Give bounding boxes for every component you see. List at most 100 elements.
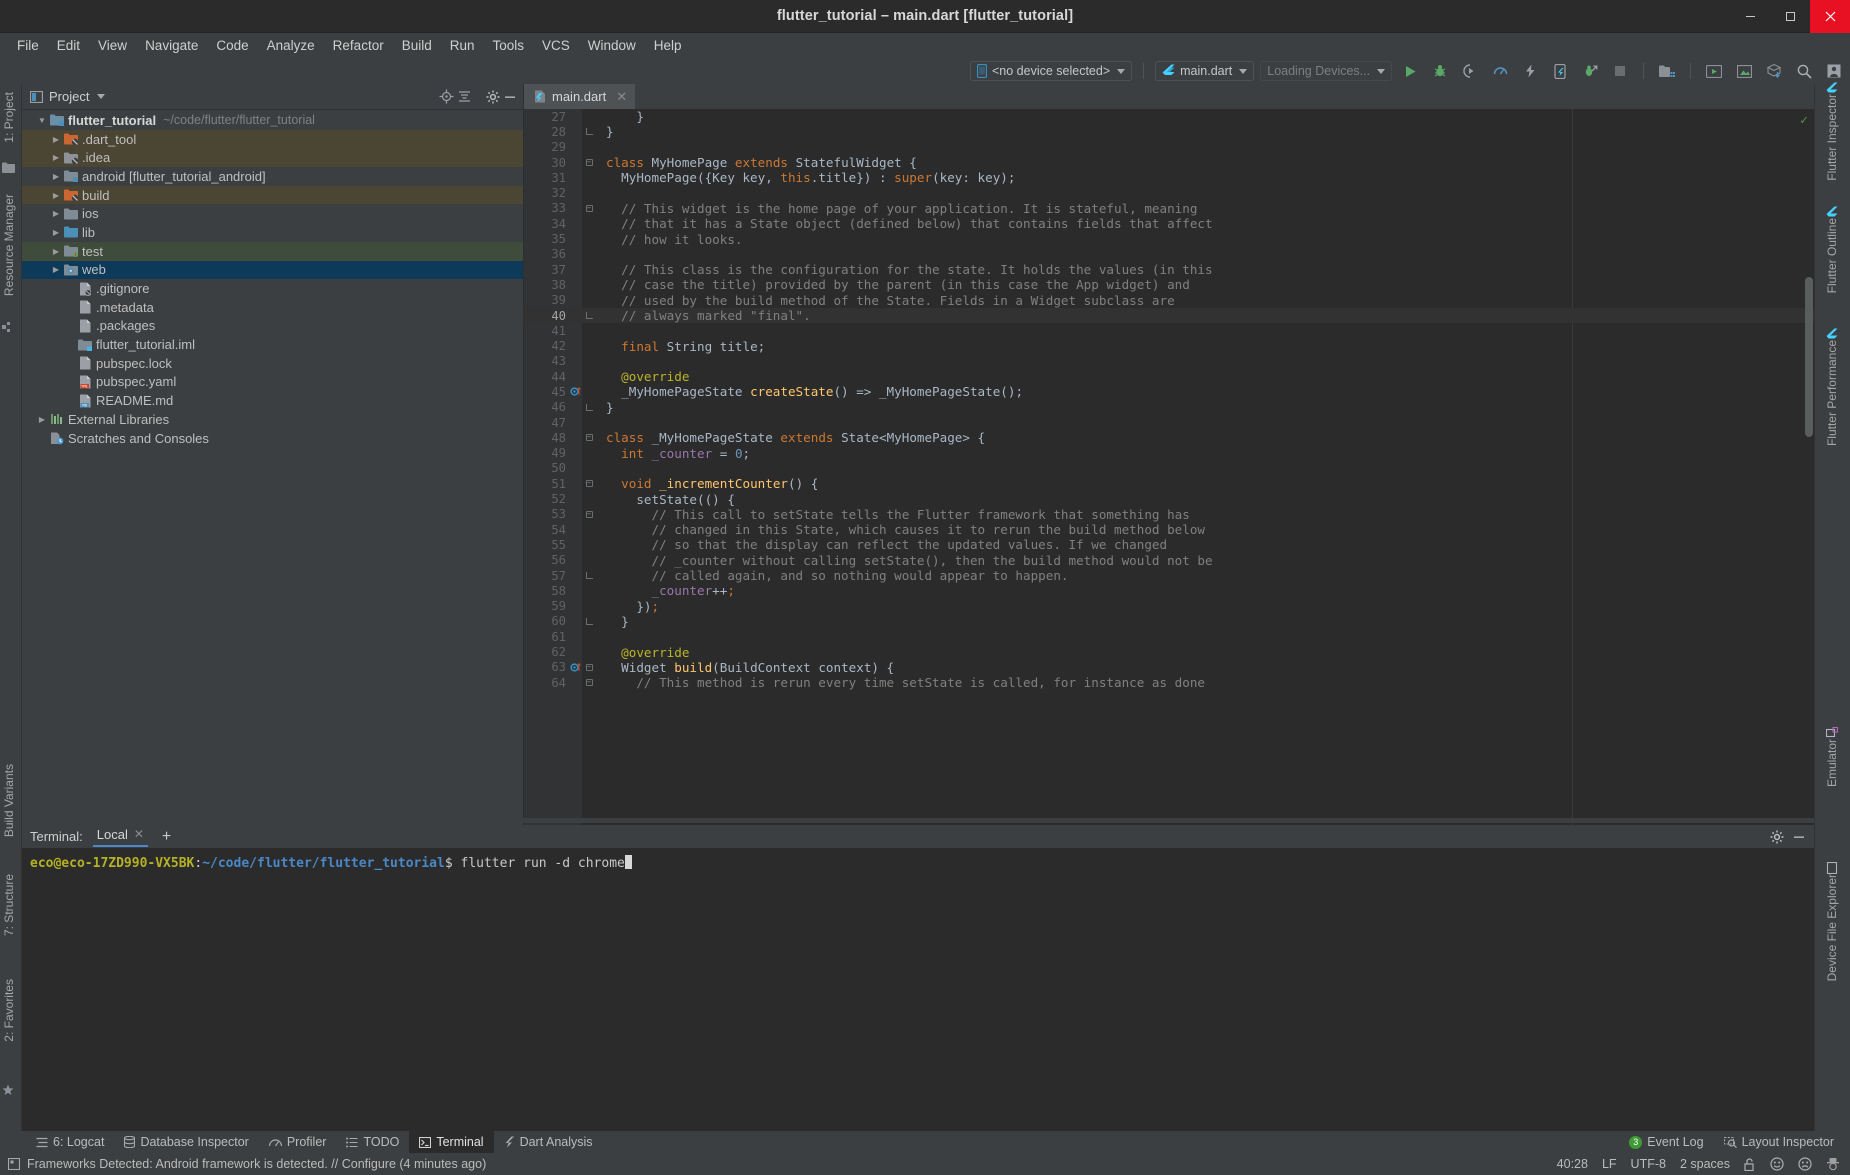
code-lines[interactable]: 27 } 28} 29 30− class MyHomePage extends Sta… — [524, 109, 1814, 825]
run-configuration-selector[interactable]: main.dart — [1155, 61, 1255, 81]
toolwindow-terminal[interactable]: Terminal — [409, 1131, 494, 1153]
hide-icon[interactable] — [1792, 830, 1806, 844]
fold-marker[interactable]: − — [582, 480, 596, 488]
close-icon[interactable]: ✕ — [616, 89, 627, 105]
open-devtools-button[interactable] — [1548, 59, 1572, 83]
code-line[interactable]: 53 − // This call to setState tells the F… — [524, 507, 1814, 522]
gradle-sync-button[interactable] — [1762, 59, 1786, 83]
stripe-item-flutter-outline[interactable]: Flutter Outline — [1825, 218, 1839, 293]
toolwindow-todo[interactable]: TODO — [336, 1131, 409, 1153]
code-line[interactable]: 41 — [524, 323, 1814, 338]
code-line[interactable]: 45 _MyHomePageState createState() => _My… — [524, 384, 1814, 399]
code-line[interactable]: 38 // case the title) provided by the pa… — [524, 277, 1814, 292]
code-line[interactable]: 42 final String title; — [524, 338, 1814, 354]
new-terminal-button[interactable]: + — [162, 828, 171, 846]
code-viewport[interactable]: 27 } 28} 29 30− class MyHomePage extends Sta… — [524, 109, 1814, 825]
stripe-item-device-file-explorer[interactable]: Device File Explorer — [1825, 874, 1839, 981]
code-line[interactable]: 31 MyHomePage({Key key, this.title}) : s… — [524, 170, 1814, 185]
code-line[interactable]: 32 — [524, 185, 1814, 200]
happy-face-icon[interactable] — [1770, 1157, 1784, 1171]
status-message[interactable]: Frameworks Detected: Android framework i… — [27, 1157, 486, 1171]
tree-item-ios[interactable]: ▶ ios — [22, 204, 523, 223]
tree-item-idea[interactable]: ▶ .idea — [22, 148, 523, 168]
tree-item-web[interactable]: ▶ web — [22, 260, 523, 280]
tree-expand-arrow-closed[interactable]: ▶ — [50, 135, 62, 144]
maximize-button[interactable] — [1770, 0, 1810, 33]
collapse-all-icon[interactable] — [457, 89, 472, 104]
debug-profile-button[interactable] — [1458, 59, 1482, 83]
code-line[interactable]: 40 // always marked "final". — [524, 307, 1814, 324]
search-everywhere-button[interactable] — [1792, 59, 1816, 83]
tab-main-dart[interactable]: main.dart ✕ — [524, 84, 636, 109]
user-account-button[interactable] — [1822, 59, 1846, 83]
code-line[interactable]: 63 − Widget build(BuildContext context) { — [524, 660, 1814, 675]
fold-marker[interactable] — [582, 617, 596, 625]
menu-help[interactable]: Help — [645, 35, 691, 57]
fold-marker[interactable] — [582, 312, 596, 319]
code-line[interactable]: 62 @override — [524, 644, 1814, 660]
tree-item-dart-tool[interactable]: ▶ .dart_tool — [22, 129, 523, 149]
tree-expand-arrow-closed[interactable]: ▶ — [50, 265, 62, 274]
toolwindow-profiler[interactable]: Profiler — [259, 1131, 337, 1153]
code-line[interactable]: 50 — [524, 461, 1814, 476]
tree-item-external-libraries[interactable]: ▶ External Libraries — [22, 410, 523, 429]
profiler-button[interactable] — [1488, 59, 1512, 83]
tree-item-gitignore[interactable]: .gitignore — [22, 279, 523, 298]
code-line[interactable]: 52 setState(() { — [524, 491, 1814, 507]
tree-item-flutter-tutorial[interactable]: ▼ flutter_tutorial ~/code/flutter/flutter_… — [22, 111, 523, 130]
code-line[interactable]: 49 int _counter = 0; — [524, 446, 1814, 461]
code-line[interactable]: 44 @override — [524, 369, 1814, 384]
code-line[interactable]: 36 — [524, 247, 1814, 262]
stripe-item-flutter-inspector[interactable]: Flutter Inspector — [1825, 94, 1839, 181]
hot-reload-button[interactable] — [1518, 59, 1542, 83]
toolwindow-logcat[interactable]: 6: Logcat — [26, 1131, 114, 1153]
code-line[interactable]: 29 — [524, 140, 1814, 155]
tree-expand-arrow-closed[interactable]: ▶ — [50, 209, 62, 218]
tree-item-android-flutter-tutorial-android[interactable]: ▶ android [flutter_tutorial_android] — [22, 167, 523, 186]
tree-expand-arrow-closed[interactable]: ▶ — [50, 172, 62, 181]
file-encoding[interactable]: UTF-8 — [1631, 1157, 1666, 1171]
code-line[interactable]: 58 _counter++; — [524, 583, 1814, 598]
locate-icon[interactable] — [439, 89, 454, 104]
avd-manager-button[interactable] — [1702, 59, 1726, 83]
tree-item-pubspec-yaml[interactable]: YML pubspec.yaml — [22, 373, 523, 392]
tree-expand-arrow-closed[interactable]: ▶ — [50, 153, 62, 162]
tree-item-lib[interactable]: ▶ lib — [22, 223, 523, 242]
hide-icon[interactable] — [503, 90, 517, 104]
code-line[interactable]: 34 // that it has a State object (define… — [524, 216, 1814, 231]
stripe-item-emulator[interactable]: Emulator — [1825, 739, 1839, 787]
minimize-button[interactable] — [1730, 0, 1770, 33]
code-line[interactable]: 39 // used by the build method of the St… — [524, 293, 1814, 308]
toolwindow-dart-analysis[interactable]: Dart Analysis — [494, 1131, 603, 1153]
tree-item-metadata[interactable]: .metadata — [22, 298, 523, 317]
menu-view[interactable]: View — [89, 35, 136, 57]
line-separator[interactable]: LF — [1602, 1157, 1617, 1171]
fold-marker[interactable]: − — [582, 204, 596, 212]
indent-setting[interactable]: 2 spaces — [1680, 1157, 1730, 1171]
fold-marker[interactable]: − — [582, 679, 596, 687]
menu-window[interactable]: Window — [579, 35, 645, 57]
tree-item-readme-md[interactable]: MD README.md — [22, 391, 523, 410]
menu-navigate[interactable]: Navigate — [136, 35, 207, 57]
menu-vcs[interactable]: VCS — [533, 35, 579, 57]
tree-item-scratches-and-consoles[interactable]: Scratches and Consoles — [22, 429, 523, 448]
stripe-item-project[interactable]: 1: Project — [2, 92, 16, 143]
toolwindow-layout-inspector[interactable]: Layout Inspector — [1714, 1131, 1844, 1153]
terminal-tab-local[interactable]: Local ✕ — [92, 827, 148, 847]
fold-marker[interactable] — [582, 572, 596, 580]
project-tree[interactable]: ▼ flutter_tutorial ~/code/flutter/flutter_… — [22, 111, 523, 825]
debug-button[interactable] — [1428, 59, 1452, 83]
code-line[interactable]: 54 // changed in this State, which cause… — [524, 522, 1814, 537]
chevron-down-icon[interactable] — [97, 94, 106, 99]
code-line[interactable]: 27 } — [524, 109, 1814, 124]
tree-item-test[interactable]: ▶ test — [22, 241, 523, 261]
stripe-item-structure[interactable]: 7: Structure — [2, 874, 16, 936]
menu-refactor[interactable]: Refactor — [324, 35, 393, 57]
sdk-manager-button[interactable] — [1732, 59, 1756, 83]
code-line[interactable]: 56 // _counter without calling setState(… — [524, 553, 1814, 568]
tree-item-build[interactable]: ▶ build — [22, 185, 523, 205]
menu-run[interactable]: Run — [441, 35, 484, 57]
menu-tools[interactable]: Tools — [484, 35, 534, 57]
flutter-attach-button[interactable] — [1578, 59, 1602, 83]
code-line[interactable]: 51 − void _incrementCounter() { — [524, 476, 1814, 491]
